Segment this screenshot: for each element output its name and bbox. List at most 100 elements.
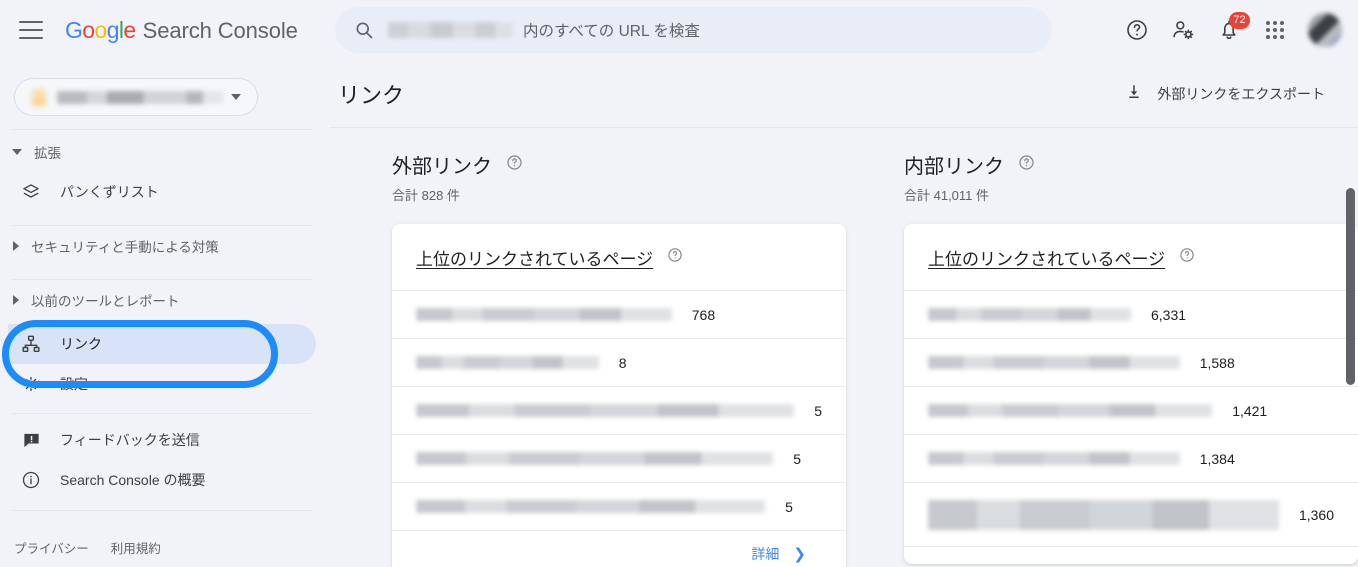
sidebar-item-settings[interactable]: 設定 — [8, 364, 316, 404]
masked-page-url — [416, 404, 795, 417]
external-links-total: 合計 828 件 — [392, 188, 460, 203]
vertical-scrollbar[interactable] — [1346, 188, 1355, 385]
link-count: 6,331 — [1151, 306, 1187, 323]
hamburger-menu-icon[interactable] — [19, 21, 43, 39]
table-row[interactable]: 6,331 — [904, 290, 1358, 338]
external-links-heading-row: 外部リンク — [392, 150, 846, 179]
help-question-icon[interactable] — [506, 154, 523, 176]
sidebar-item-label: 設定 — [60, 376, 88, 392]
help-question-icon[interactable] — [667, 247, 683, 268]
product-name: Search Console — [142, 17, 298, 43]
google-wordmark: Google — [65, 16, 136, 43]
sidebar-group-kakucho[interactable]: 拡張 — [0, 132, 330, 172]
view-details-link[interactable]: 詳細 ❯ — [751, 544, 806, 564]
sidebar-item-label: Search Console の概要 — [60, 472, 206, 488]
table-row[interactable]: 5 — [392, 386, 846, 434]
table-row[interactable]: 768 — [392, 290, 846, 338]
masked-page-url — [928, 356, 1180, 369]
site-favicon — [32, 88, 46, 106]
card-footer: 詳細 ❯ — [392, 530, 846, 567]
sidebar-group-label: セキュリティと手動による対策 — [31, 240, 219, 255]
table-row[interactable]: 1,588 — [904, 338, 1358, 386]
chevron-right-icon — [13, 241, 19, 251]
layers-icon — [20, 181, 42, 203]
external-links-section: 外部リンク 合計 828 件 上位のリンクされているページ 768 8 5 5 … — [392, 128, 846, 567]
link-count: 5 — [793, 450, 802, 467]
account-settings-icon[interactable] — [1160, 7, 1206, 53]
link-count: 5 — [814, 402, 822, 419]
card-title-link[interactable]: 上位のリンクされているページ — [928, 245, 1165, 270]
help-question-icon[interactable] — [1114, 7, 1160, 53]
export-external-links-button[interactable]: 外部リンクをエクスポート — [1125, 83, 1325, 104]
masked-page-url — [416, 500, 766, 513]
masked-page-url — [928, 452, 1180, 465]
notification-count-badge: 72 — [1229, 12, 1250, 29]
left-sidebar: 拡張 パンくずリスト セキュリティと手動による対策 以前のツールとレポート リン… — [0, 60, 330, 567]
internal-links-total: 合計 41,011 件 — [904, 188, 990, 203]
chevron-right-icon: ❯ — [793, 545, 806, 563]
table-row[interactable]: 1,421 — [904, 386, 1358, 434]
sidebar-group-legacy-tools[interactable]: 以前のツールとレポート — [0, 280, 330, 320]
chevron-down-icon — [231, 94, 241, 100]
sidebar-item-send-feedback[interactable]: フィードバックを送信 — [8, 420, 316, 460]
feedback-icon — [20, 429, 42, 451]
terms-link[interactable]: 利用規約 — [111, 538, 161, 557]
property-selector[interactable] — [14, 78, 258, 116]
table-row[interactable]: 1,360 — [904, 482, 1358, 546]
card-title-link[interactable]: 上位のリンクされているページ — [416, 245, 653, 270]
table-row[interactable]: 5 — [392, 434, 846, 482]
help-question-icon[interactable] — [1179, 247, 1195, 268]
top-bar-actions: 72 — [1114, 0, 1344, 60]
table-row-partial[interactable] — [904, 546, 1358, 564]
url-inspection-search-bar[interactable]: 内のすべての URL を検査 — [335, 7, 1052, 53]
sidebar-item-label: パンくずリスト — [60, 184, 159, 200]
selected-property-name — [57, 90, 223, 104]
sidebar-item-about-search-console[interactable]: Search Console の概要 — [8, 460, 316, 500]
masked-page-url — [928, 499, 1279, 530]
user-avatar[interactable] — [1308, 13, 1342, 47]
links-columns: 外部リンク 合計 828 件 上位のリンクされているページ 768 8 5 5 … — [330, 128, 1358, 567]
chevron-down-icon — [12, 149, 22, 155]
sitemap-links-icon — [20, 333, 42, 355]
help-question-icon[interactable] — [1018, 154, 1035, 176]
masked-page-url — [416, 308, 672, 321]
section-heading: 内部リンク — [904, 156, 1004, 178]
card-header: 上位のリンクされているページ — [392, 224, 846, 290]
masked-page-url — [416, 356, 599, 369]
main-content: リンク 外部リンクをエクスポート 外部リンク 合計 828 件 上位のリンクされ… — [330, 60, 1358, 567]
sidebar-item-label: フィードバックを送信 — [60, 432, 200, 448]
internal-links-section: 内部リンク 合計 41,011 件 上位のリンクされているページ 6,331 1… — [904, 128, 1358, 567]
sidebar-footer-links: プライバシー 利用規約 — [14, 538, 161, 557]
sidebar-item-links[interactable]: リンク — [8, 324, 316, 364]
search-placeholder-text: 内のすべての URL を検査 — [523, 23, 700, 40]
table-row[interactable]: 5 — [392, 482, 846, 530]
privacy-link[interactable]: プライバシー — [14, 538, 89, 557]
notification-bell-icon[interactable]: 72 — [1206, 7, 1252, 53]
sidebar-group-label: 拡張 — [34, 146, 61, 161]
sidebar-item-label: リンク — [60, 336, 102, 352]
sidebar-group-label: 以前のツールとレポート — [31, 294, 180, 309]
internal-links-heading-row: 内部リンク — [904, 150, 1358, 179]
link-count: 1,360 — [1298, 506, 1334, 523]
link-count: 5 — [785, 498, 793, 515]
table-row[interactable]: 8 — [392, 338, 846, 386]
table-row[interactable]: 1,384 — [904, 434, 1358, 482]
gear-icon — [20, 373, 42, 395]
link-count: 8 — [618, 354, 627, 371]
sidebar-divider — [12, 413, 312, 414]
masked-page-url — [928, 404, 1213, 417]
sidebar-item-breadcrumbs[interactable]: パンくずリスト — [8, 172, 316, 212]
section-heading: 外部リンク — [392, 156, 492, 178]
masked-page-url — [928, 308, 1131, 321]
chevron-right-icon — [13, 295, 19, 305]
export-button-label: 外部リンクをエクスポート — [1157, 85, 1325, 102]
search-placeholder: 内のすべての URL を検査 — [388, 19, 700, 41]
info-icon — [20, 469, 42, 491]
nav-group-enhancements: 拡張 パンくずリスト — [0, 130, 330, 212]
search-console-app: Google Search Console 内のすべての URL を検査 72 … — [0, 0, 1358, 567]
sidebar-group-security[interactable]: セキュリティと手動による対策 — [0, 226, 330, 266]
brand-logo[interactable]: Google Search Console — [65, 17, 298, 44]
sidebar-divider — [12, 510, 312, 511]
masked-page-url — [416, 452, 774, 465]
google-apps-grid-icon[interactable] — [1252, 7, 1298, 53]
